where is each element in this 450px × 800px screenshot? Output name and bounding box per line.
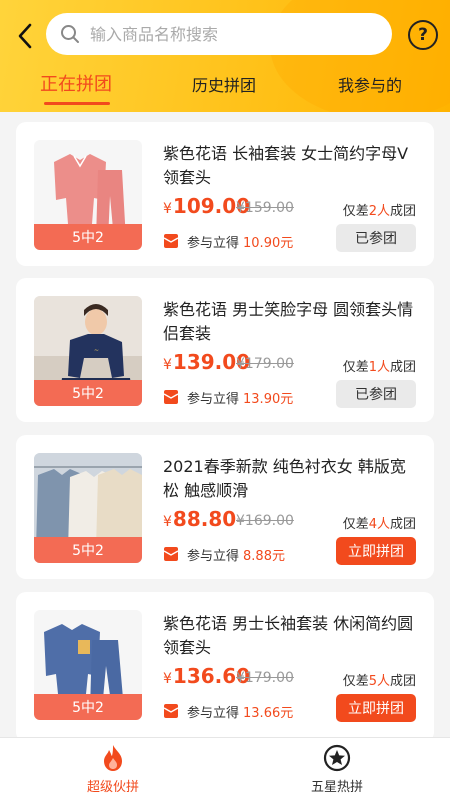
red-envelope-icon (163, 390, 179, 404)
cashback-info: 参与立得 10.90元 (163, 230, 293, 252)
joined-button[interactable]: 已参团 (336, 380, 416, 408)
original-price: ¥159.00 (236, 200, 294, 216)
nav-label: 超级伙拼 (86, 780, 139, 795)
product-card[interactable]: ~ 5中2 紫色花语 男士笑脸字母 圆领套头情侣套装 ¥139.00 ¥179.… (16, 278, 434, 422)
original-price: ¥179.00 (236, 670, 294, 686)
product-title: 紫色花语 长袖套装 女士简约字母V领套头 (163, 144, 409, 187)
search-icon (61, 25, 79, 43)
original-price: ¥179.00 (236, 356, 294, 372)
help-icon: ? (418, 25, 428, 45)
search-input[interactable] (90, 24, 370, 44)
red-envelope-icon (163, 704, 179, 718)
product-price: ¥88.80 (163, 507, 237, 531)
flame-icon (104, 745, 122, 771)
joined-button[interactable]: 已参团 (336, 224, 416, 252)
nav-five-star[interactable]: 五星热拼 (277, 744, 397, 798)
group-remaining: 仅差4人成团 (342, 517, 416, 532)
group-odds-badge: 5中2 (34, 380, 142, 406)
join-group-button[interactable]: 立即拼团 (336, 694, 416, 722)
back-button[interactable] (10, 18, 40, 54)
original-price: ¥169.00 (236, 513, 294, 529)
cashback-info: 参与立得 13.66元 (163, 700, 293, 722)
product-image: 5中2 (34, 140, 142, 250)
product-image: 5中2 (34, 610, 142, 720)
group-odds-badge: 5中2 (34, 224, 142, 250)
group-remaining: 仅差5人成团 (342, 674, 416, 689)
cashback-info: 参与立得 8.88元 (163, 543, 285, 565)
product-image: ~ 5中2 (34, 296, 142, 406)
product-title: 2021春季新款 纯色衬衣女 韩版宽松 触感顺滑 (163, 457, 406, 500)
product-card[interactable]: 5中2 紫色花语 男士长袖套装 休闲简约圆领套头 ¥136.60 ¥179.00… (16, 592, 434, 742)
help-button[interactable]: ? (408, 20, 438, 50)
nav-super-group[interactable]: 超级伙拼 (53, 744, 173, 798)
group-odds-badge: 5中2 (34, 694, 142, 720)
product-title: 紫色花语 男士长袖套装 休闲简约圆领套头 (163, 614, 414, 657)
bottom-nav: 超级伙拼 五星热拼 (0, 737, 450, 800)
group-remaining: 仅差1人成团 (342, 360, 416, 375)
star-circle-icon (323, 744, 351, 772)
header-bar: ? 正在拼团 历史拼团 我参与的 (0, 0, 450, 112)
join-group-button[interactable]: 立即拼团 (336, 537, 416, 565)
tab-bar: 正在拼团 历史拼团 我参与的 (0, 64, 450, 108)
group-remaining: 仅差2人成团 (342, 204, 416, 219)
tab-history[interactable]: 历史拼团 (192, 72, 256, 96)
tab-participated[interactable]: 我参与的 (338, 72, 402, 96)
product-image: 5中2 (34, 453, 142, 563)
tab-active-indicator (44, 102, 110, 105)
group-odds-badge: 5中2 (34, 537, 142, 563)
nav-label: 五星热拼 (310, 780, 363, 795)
product-card[interactable]: 5中2 紫色花语 长袖套装 女士简约字母V领套头 ¥109.00 ¥159.00… (16, 122, 434, 266)
chevron-left-icon (18, 23, 32, 49)
product-title: 紫色花语 男士笑脸字母 圆领套头情侣套装 (163, 300, 414, 343)
cashback-info: 参与立得 13.90元 (163, 386, 293, 408)
search-box[interactable] (46, 13, 392, 55)
tab-ongoing[interactable]: 正在拼团 (40, 70, 112, 96)
red-envelope-icon (163, 234, 179, 248)
svg-text:~: ~ (94, 347, 99, 354)
red-envelope-icon (163, 547, 179, 561)
product-card[interactable]: 5中2 2021春季新款 纯色衬衣女 韩版宽松 触感顺滑 ¥88.80 ¥169… (16, 435, 434, 579)
